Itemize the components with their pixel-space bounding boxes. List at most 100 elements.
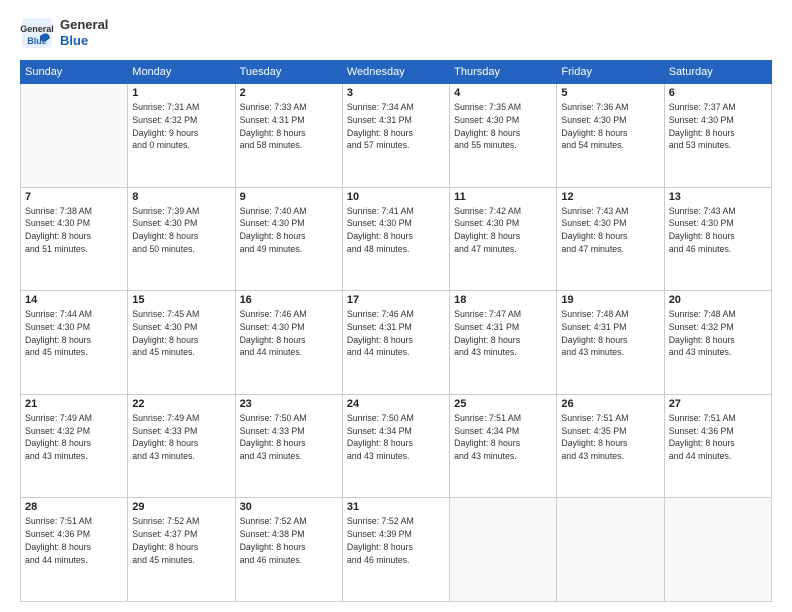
calendar-cell: 16Sunrise: 7:46 AMSunset: 4:30 PMDayligh… — [235, 291, 342, 395]
calendar-cell: 12Sunrise: 7:43 AMSunset: 4:30 PMDayligh… — [557, 187, 664, 291]
header-friday: Friday — [557, 61, 664, 84]
calendar-cell: 27 Sunrise: 7:51 AMSunset: 4:36 PMDayligh… — [664, 394, 771, 498]
header-wednesday: Wednesday — [342, 61, 449, 84]
calendar-cell: 29 Sunrise: 7:52 AMSunset: 4:37 PMDayligh… — [128, 498, 235, 602]
calendar-cell: 7 Sunrise: 7:38 AMSunset: 4:30 PMDaylight… — [21, 187, 128, 291]
day-number: 15 — [132, 294, 230, 306]
day-info: Sunrise: 7:41 AMSunset: 4:30 PMDaylight:… — [347, 205, 445, 256]
day-number: 25 — [454, 398, 552, 410]
calendar-header-row: SundayMondayTuesdayWednesdayThursdayFrid… — [21, 61, 772, 84]
logo-line2: Blue — [60, 33, 108, 49]
day-number: 8 — [132, 191, 230, 203]
calendar-cell: 21 Sunrise: 7:49 AMSunset: 4:32 PMDayligh… — [21, 394, 128, 498]
day-number: 22 — [132, 398, 230, 410]
day-info: Sunrise: 7:51 AMSunset: 4:35 PMDaylight:… — [561, 412, 659, 463]
day-info: Sunrise: 7:39 AMSunset: 4:30 PMDaylight:… — [132, 205, 230, 256]
calendar-cell: 28Sunrise: 7:51 AMSunset: 4:36 PMDayligh… — [21, 498, 128, 602]
day-info: Sunrise: 7:37 AMSunset: 4:30 PMDaylight:… — [669, 101, 767, 152]
calendar-cell: 18 Sunrise: 7:47 AMSunset: 4:31 PMDayligh… — [450, 291, 557, 395]
day-number: 3 — [347, 87, 445, 99]
calendar-cell — [664, 498, 771, 602]
day-info: Sunrise: 7:34 AMSunset: 4:31 PMDaylight:… — [347, 101, 445, 152]
day-number: 26 — [561, 398, 659, 410]
calendar-cell — [557, 498, 664, 602]
logo-svg: General Blue — [20, 16, 54, 50]
day-number: 18 — [454, 294, 552, 306]
day-info: Sunrise: 7:31 AMSunset: 4:32 PMDaylight:… — [132, 101, 230, 152]
day-info: Sunrise: 7:47 AMSunset: 4:31 PMDaylight:… — [454, 308, 552, 359]
day-info: Sunrise: 7:49 AMSunset: 4:32 PMDaylight:… — [25, 412, 123, 463]
calendar-cell: 25 Sunrise: 7:51 AMSunset: 4:34 PMDayligh… — [450, 394, 557, 498]
day-info: Sunrise: 7:51 AMSunset: 4:36 PMDaylight:… — [25, 515, 123, 566]
day-number: 27 — [669, 398, 767, 410]
header-monday: Monday — [128, 61, 235, 84]
calendar-cell: 4 Sunrise: 7:35 AMSunset: 4:30 PMDaylight… — [450, 84, 557, 188]
calendar-cell: 11 Sunrise: 7:42 AMSunset: 4:30 PMDayligh… — [450, 187, 557, 291]
calendar-cell: 1Sunrise: 7:31 AMSunset: 4:32 PMDaylight… — [128, 84, 235, 188]
day-number: 21 — [25, 398, 123, 410]
day-info: Sunrise: 7:33 AMSunset: 4:31 PMDaylight:… — [240, 101, 338, 152]
day-number: 5 — [561, 87, 659, 99]
calendar-table: SundayMondayTuesdayWednesdayThursdayFrid… — [20, 60, 772, 602]
day-info: Sunrise: 7:45 AMSunset: 4:30 PMDaylight:… — [132, 308, 230, 359]
calendar-cell: 30Sunrise: 7:52 AMSunset: 4:38 PMDayligh… — [235, 498, 342, 602]
calendar-week-2: 14Sunrise: 7:44 AMSunset: 4:30 PMDayligh… — [21, 291, 772, 395]
day-number: 17 — [347, 294, 445, 306]
day-info: Sunrise: 7:51 AMSunset: 4:36 PMDaylight:… — [669, 412, 767, 463]
calendar-week-3: 21 Sunrise: 7:49 AMSunset: 4:32 PMDayligh… — [21, 394, 772, 498]
calendar-cell: 19Sunrise: 7:48 AMSunset: 4:31 PMDayligh… — [557, 291, 664, 395]
header-tuesday: Tuesday — [235, 61, 342, 84]
day-info: Sunrise: 7:35 AMSunset: 4:30 PMDaylight:… — [454, 101, 552, 152]
calendar-cell: 3 Sunrise: 7:34 AMSunset: 4:31 PMDaylight… — [342, 84, 449, 188]
day-number: 7 — [25, 191, 123, 203]
day-info: Sunrise: 7:52 AMSunset: 4:37 PMDaylight:… — [132, 515, 230, 566]
day-info: Sunrise: 7:38 AMSunset: 4:30 PMDaylight:… — [25, 205, 123, 256]
day-number: 16 — [240, 294, 338, 306]
day-number: 29 — [132, 501, 230, 513]
calendar-cell: 5 Sunrise: 7:36 AMSunset: 4:30 PMDaylight… — [557, 84, 664, 188]
day-info: Sunrise: 7:51 AMSunset: 4:34 PMDaylight:… — [454, 412, 552, 463]
calendar-week-1: 7 Sunrise: 7:38 AMSunset: 4:30 PMDaylight… — [21, 187, 772, 291]
day-info: Sunrise: 7:46 AMSunset: 4:31 PMDaylight:… — [347, 308, 445, 359]
day-info: Sunrise: 7:42 AMSunset: 4:30 PMDaylight:… — [454, 205, 552, 256]
day-number: 13 — [669, 191, 767, 203]
calendar-cell: 15 Sunrise: 7:45 AMSunset: 4:30 PMDayligh… — [128, 291, 235, 395]
calendar-cell — [450, 498, 557, 602]
day-number: 11 — [454, 191, 552, 203]
day-number: 4 — [454, 87, 552, 99]
header-thursday: Thursday — [450, 61, 557, 84]
header: General Blue General Blue — [20, 16, 772, 50]
day-info: Sunrise: 7:40 AMSunset: 4:30 PMDaylight:… — [240, 205, 338, 256]
day-info: Sunrise: 7:48 AMSunset: 4:31 PMDaylight:… — [561, 308, 659, 359]
calendar-cell: 6 Sunrise: 7:37 AMSunset: 4:30 PMDaylight… — [664, 84, 771, 188]
calendar-cell: 23Sunrise: 7:50 AMSunset: 4:33 PMDayligh… — [235, 394, 342, 498]
day-info: Sunrise: 7:52 AMSunset: 4:39 PMDaylight:… — [347, 515, 445, 566]
day-number: 9 — [240, 191, 338, 203]
calendar-cell: 9 Sunrise: 7:40 AMSunset: 4:30 PMDaylight… — [235, 187, 342, 291]
calendar-cell: 8 Sunrise: 7:39 AMSunset: 4:30 PMDaylight… — [128, 187, 235, 291]
day-info: Sunrise: 7:44 AMSunset: 4:30 PMDaylight:… — [25, 308, 123, 359]
calendar-week-0: 1Sunrise: 7:31 AMSunset: 4:32 PMDaylight… — [21, 84, 772, 188]
day-info: Sunrise: 7:50 AMSunset: 4:33 PMDaylight:… — [240, 412, 338, 463]
day-info: Sunrise: 7:49 AMSunset: 4:33 PMDaylight:… — [132, 412, 230, 463]
day-number: 31 — [347, 501, 445, 513]
day-info: Sunrise: 7:36 AMSunset: 4:30 PMDaylight:… — [561, 101, 659, 152]
day-number: 24 — [347, 398, 445, 410]
calendar-week-4: 28Sunrise: 7:51 AMSunset: 4:36 PMDayligh… — [21, 498, 772, 602]
logo-line1: General — [60, 17, 108, 33]
day-number: 12 — [561, 191, 659, 203]
day-number: 20 — [669, 294, 767, 306]
header-sunday: Sunday — [21, 61, 128, 84]
day-number: 6 — [669, 87, 767, 99]
calendar-cell: 17 Sunrise: 7:46 AMSunset: 4:31 PMDayligh… — [342, 291, 449, 395]
calendar-cell: 22 Sunrise: 7:49 AMSunset: 4:33 PMDayligh… — [128, 394, 235, 498]
calendar-cell: 31 Sunrise: 7:52 AMSunset: 4:39 PMDayligh… — [342, 498, 449, 602]
calendar-cell: 26 Sunrise: 7:51 AMSunset: 4:35 PMDayligh… — [557, 394, 664, 498]
calendar-cell: 10Sunrise: 7:41 AMSunset: 4:30 PMDayligh… — [342, 187, 449, 291]
calendar-cell: 2Sunrise: 7:33 AMSunset: 4:31 PMDaylight… — [235, 84, 342, 188]
day-info: Sunrise: 7:48 AMSunset: 4:32 PMDaylight:… — [669, 308, 767, 359]
calendar-cell: 24Sunrise: 7:50 AMSunset: 4:34 PMDayligh… — [342, 394, 449, 498]
day-info: Sunrise: 7:52 AMSunset: 4:38 PMDaylight:… — [240, 515, 338, 566]
calendar-cell: 13Sunrise: 7:43 AMSunset: 4:30 PMDayligh… — [664, 187, 771, 291]
header-saturday: Saturday — [664, 61, 771, 84]
